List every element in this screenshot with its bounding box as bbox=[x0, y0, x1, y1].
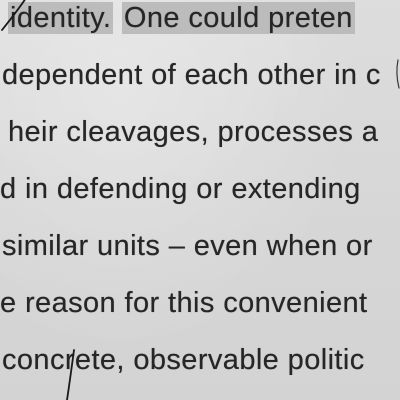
text-line-3-content: heir cleavages, processes a bbox=[8, 116, 379, 148]
document-page: identity. One could preten dependent of … bbox=[0, 0, 400, 400]
text-line-4-content: d in defending or extending bbox=[0, 173, 361, 205]
text-line-7: concrete, observable politic bbox=[2, 343, 365, 377]
text-line-6-content: e reason for this convenient bbox=[0, 287, 368, 319]
pen-stroke-right-edge bbox=[396, 59, 400, 89]
highlighted-word: identity. bbox=[8, 2, 114, 34]
text-line-5: similar units – even when or bbox=[2, 229, 373, 263]
text-line-6: e reason for this convenient bbox=[0, 286, 367, 320]
text-line-1: identity. One could preten bbox=[8, 1, 355, 35]
text-line-5-content: similar units – even when or bbox=[2, 230, 373, 262]
text-line-4: d in defending or extending bbox=[0, 172, 361, 206]
text-line-3: heir cleavages, processes a bbox=[8, 115, 378, 149]
text-line-7-content: concrete, observable politic bbox=[2, 344, 365, 376]
highlighted-phrase: One could preten bbox=[121, 2, 355, 34]
text-line-2-content: dependent of each other in c bbox=[2, 59, 381, 91]
text-line-2: dependent of each other in c bbox=[2, 58, 381, 92]
